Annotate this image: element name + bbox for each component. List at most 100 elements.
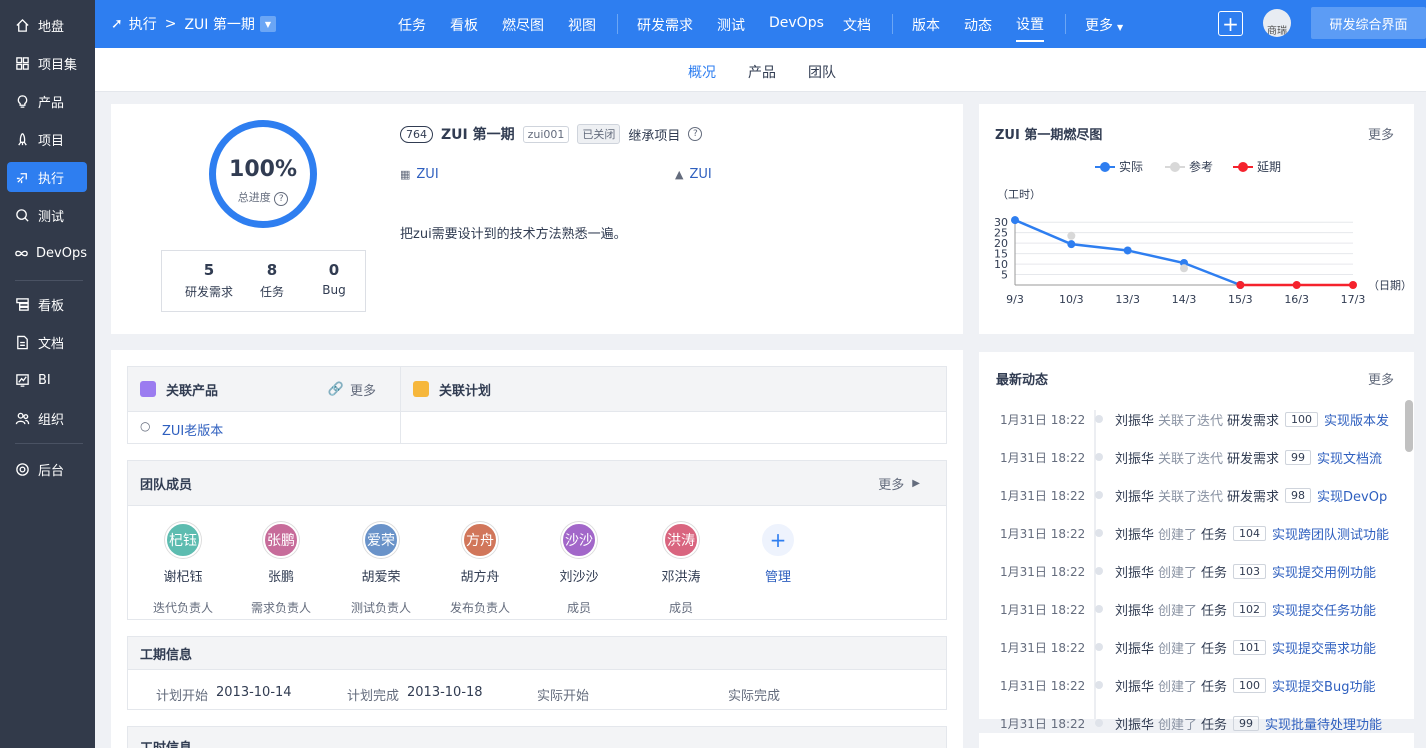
activity-action: 关联了迭代 <box>1158 489 1224 505</box>
bulb-icon: ○ <box>140 419 151 433</box>
stat-task[interactable]: 8 任务 <box>242 261 302 300</box>
stat-story[interactable]: 5 研发需求 <box>179 261 239 300</box>
tab-product[interactable]: 产品 <box>748 62 776 82</box>
legend-marker <box>1170 162 1180 172</box>
avatar[interactable]: 商瑞 <box>1263 9 1291 37</box>
sidebar-item-test[interactable]: 测试 <box>7 200 87 230</box>
team-member[interactable]: 爱荣 胡爱荣 测试负责人 <box>341 522 421 616</box>
infinity-icon <box>14 245 29 262</box>
member-role: 成员 <box>566 601 591 615</box>
activity-item: 1月31日 18:22 刘振华 关联了迭代 研发需求 100 实现版本发 <box>1000 409 1390 429</box>
activity-target[interactable]: 实现提交任务功能 <box>1272 600 1376 619</box>
activity-target[interactable]: 实现文档流 <box>1317 448 1382 467</box>
rd-console-button[interactable]: 研发综合界面 <box>1311 7 1426 39</box>
linked-product-more[interactable]: 更多 <box>350 380 376 399</box>
burndown-chart: 实际 参考 延期（工时）510152025309/3 10/3 13/3 14/3 15/3… <box>994 159 1412 306</box>
manage-team-button[interactable]: + 管理 <box>738 522 818 585</box>
stat-label: Bug <box>322 283 346 297</box>
nav-tasks[interactable]: 任务 <box>398 15 426 35</box>
data-point <box>1292 281 1301 289</box>
sidebar-item-kanban[interactable]: 看板 <box>7 289 87 319</box>
activity-target[interactable]: 实现版本发 <box>1324 410 1389 429</box>
activity-target[interactable]: 实现提交用例功能 <box>1272 562 1376 581</box>
team-member[interactable]: 沙沙 刘沙沙 成员 <box>539 522 619 616</box>
sidebar-item-doc[interactable]: 文档 <box>7 327 87 357</box>
activity-type: 任务 <box>1201 565 1228 581</box>
activity-id: 99 <box>1285 449 1312 465</box>
plus-icon: + <box>1222 11 1239 36</box>
sidebar-item-devops[interactable]: DevOps <box>7 238 87 268</box>
team-more[interactable]: 更多 <box>878 474 904 493</box>
activity-target[interactable]: 实现DevOp <box>1317 486 1387 505</box>
data-point <box>1067 240 1076 249</box>
nav-dynamic[interactable]: 动态 <box>964 15 992 35</box>
stats-box: 5 研发需求 8 任务 0 Bug <box>161 250 366 312</box>
real-start-label: 实际开始 <box>537 689 590 704</box>
linked-plan-body <box>400 412 947 444</box>
nav-devops[interactable]: DevOps <box>769 15 824 31</box>
sidebar-item-label: 执行 <box>38 171 65 187</box>
nav-settings[interactable]: 设置 <box>1016 14 1044 42</box>
member-name: 谢杞钰 <box>163 570 203 585</box>
activity-more-link[interactable]: 更多 <box>1368 369 1394 388</box>
sidebar-item-admin[interactable]: 后台 <box>7 454 87 484</box>
sidebar-item-label: 后台 <box>38 463 65 479</box>
program-link[interactable]: ▦ ZUI <box>400 167 439 182</box>
activity-scrollbar[interactable] <box>1405 400 1413 452</box>
activity-target[interactable]: 实现批量待处理功能 <box>1265 714 1382 733</box>
activity-action: 关联了迭代 <box>1158 451 1224 467</box>
nav-more[interactable]: 更多 ▼ <box>1085 15 1123 35</box>
sidebar-item-program[interactable]: 项目集 <box>7 48 87 78</box>
add-button[interactable]: + <box>1218 11 1243 36</box>
nav-view[interactable]: 视图 <box>568 15 596 35</box>
stat-bug[interactable]: 0 Bug <box>304 261 364 297</box>
team-member[interactable]: 方舟 胡方舟 发布负责人 <box>440 522 520 616</box>
activity-type: 任务 <box>1201 603 1228 619</box>
sidebar-item-dashboard[interactable]: 地盘 <box>7 10 87 40</box>
nav-doc[interactable]: 文档 <box>843 15 871 35</box>
sidebar-item-org[interactable]: 组织 <box>7 403 87 433</box>
linked-product-body: ○ ZUI老版本 <box>127 412 401 444</box>
hours-title: 工时信息 <box>140 737 192 748</box>
help-icon[interactable]: ? <box>688 127 703 141</box>
activity-time: 1月31日 18:22 <box>1000 678 1086 693</box>
nav-kanban[interactable]: 看板 <box>450 15 478 35</box>
sidebar-item-project[interactable]: 项目 <box>7 124 87 154</box>
gear-icon <box>14 461 31 478</box>
project-link[interactable]: ▲ ZUI <box>675 167 712 182</box>
team-member[interactable]: 杞钰 谢杞钰 迭代负责人 <box>143 522 223 616</box>
linked-product-item[interactable]: ZUI老版本 <box>162 420 223 439</box>
nav-test[interactable]: 测试 <box>717 15 745 35</box>
timeline-dot <box>1095 415 1103 423</box>
rocket-icon <box>14 131 31 148</box>
activity-target[interactable]: 实现提交需求功能 <box>1272 638 1376 657</box>
sidebar-item-product[interactable]: 产品 <box>7 86 87 116</box>
activity-type: 任务 <box>1201 641 1228 657</box>
activity-time: 1月31日 18:22 <box>1000 526 1086 541</box>
activity-user: 刘振华 <box>1115 451 1155 467</box>
nav-build[interactable]: 版本 <box>912 15 940 35</box>
tab-overview[interactable]: 概况 <box>688 62 716 82</box>
linked-product-title: 关联产品 <box>166 383 219 399</box>
nav-burndown[interactable]: 燃尽图 <box>502 15 544 35</box>
activity-action: 关联了迭代 <box>1158 413 1224 429</box>
team-member[interactable]: 张鹏 张鹏 需求负责人 <box>241 522 321 616</box>
real-end-label: 实际完成 <box>728 689 781 704</box>
product-icon <box>140 381 156 397</box>
tab-team[interactable]: 团队 <box>808 62 836 82</box>
team-member[interactable]: 洪涛 邓洪涛 成员 <box>641 522 721 616</box>
project-name: ZUI <box>689 167 712 182</box>
activity-target[interactable]: 实现跨团队测试功能 <box>1272 524 1389 543</box>
activity-target[interactable]: 实现提交Bug功能 <box>1272 676 1375 695</box>
nav-story[interactable]: 研发需求 <box>637 15 693 35</box>
sidebar-item-bi[interactable]: BI <box>7 365 87 395</box>
sidebar-item-label: 看板 <box>38 298 65 314</box>
data-point <box>1123 246 1132 255</box>
activity-action: 创建了 <box>1158 603 1198 619</box>
sidebar-item-execution[interactable]: 执行 <box>7 162 87 192</box>
activity-time: 1月31日 18:22 <box>1000 602 1086 617</box>
burndown-card: ZUI 第一期燃尽图 更多 实际 参考 延期 （工时） 5 10 15 20 25 30 9/3 10… <box>979 104 1414 334</box>
help-icon[interactable]: ? <box>274 192 289 206</box>
member-role: 发布负责人 <box>449 601 510 615</box>
x-tick-label: 17/3 <box>1341 293 1366 306</box>
